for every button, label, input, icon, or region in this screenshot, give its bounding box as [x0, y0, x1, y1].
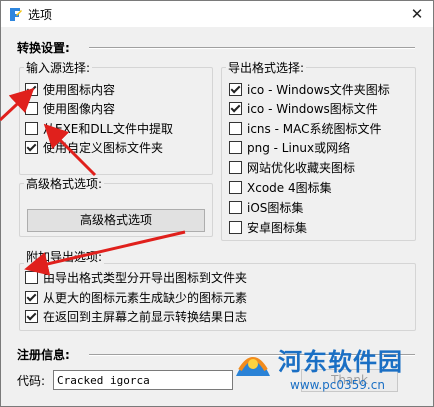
watermark-brand: 河东软件园: [278, 348, 403, 376]
watermark: 河东软件园 www.pc0359.cn: [230, 340, 430, 402]
arrow-center: [43, 123, 97, 177]
arrow-left: [0, 87, 35, 122]
watermark-logo-icon: [236, 357, 270, 376]
watermark-url: www.pc0359.cn: [290, 378, 385, 392]
arrow-bottom: [24, 230, 186, 276]
